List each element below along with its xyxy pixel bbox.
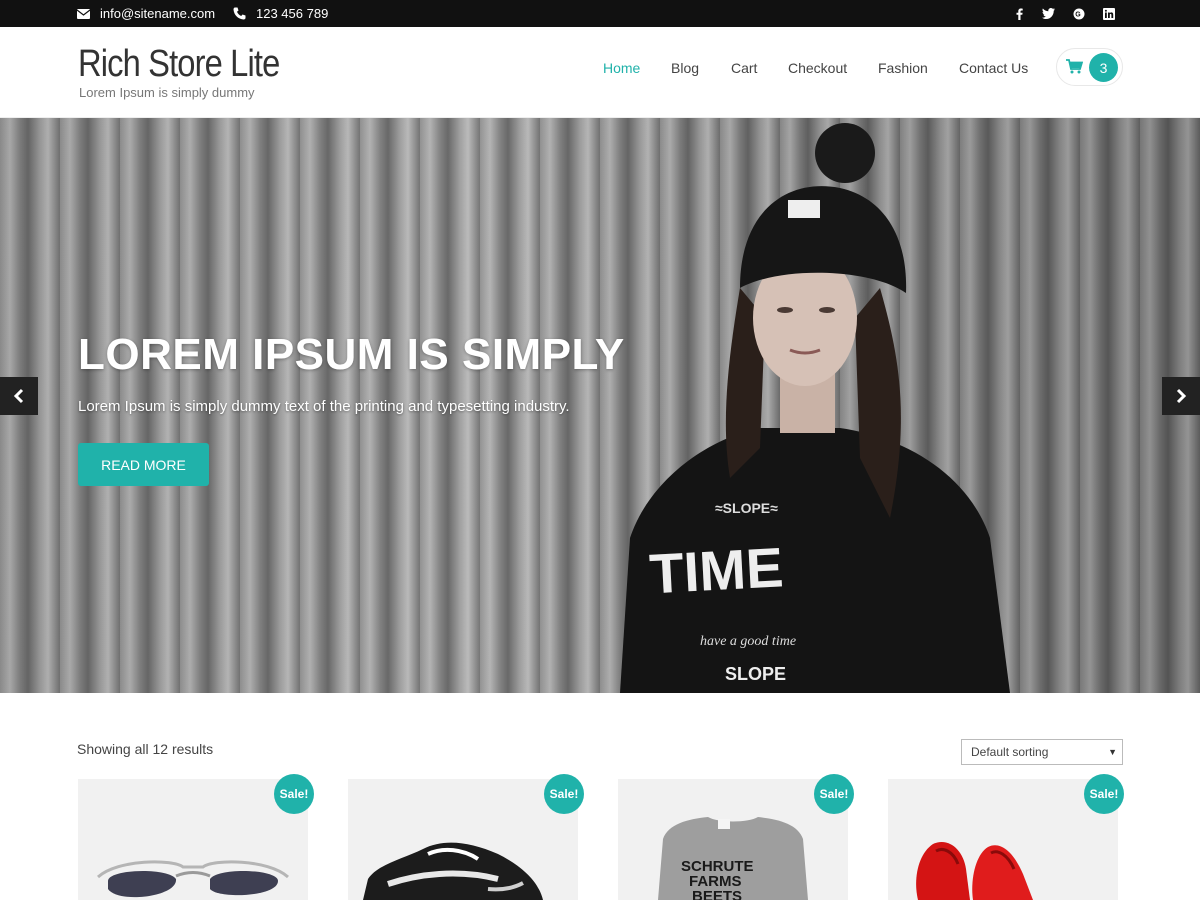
slider-prev-button[interactable] <box>0 377 38 415</box>
results-count: Showing all 12 results <box>77 741 214 757</box>
svg-text:≈SLOPE≈: ≈SLOPE≈ <box>715 500 778 516</box>
twitter-icon[interactable] <box>1040 0 1056 27</box>
svg-text:SLOPE: SLOPE <box>725 664 786 684</box>
linkedin-icon[interactable] <box>1101 0 1117 27</box>
hero-title: LOREM IPSUM IS SIMPLY <box>78 330 625 379</box>
email-text: info@sitename.com <box>100 6 216 21</box>
cart-button[interactable]: 3 <box>1056 48 1123 86</box>
chevron-left-icon <box>13 388 24 404</box>
sale-badge: Sale! <box>274 774 314 814</box>
slider-next-button[interactable] <box>1162 377 1200 415</box>
site-header: Rich Store Lite Lorem Ipsum is simply du… <box>0 27 1200 118</box>
email-contact[interactable]: info@sitename.com <box>77 0 215 27</box>
sorting-selected-value: Default sorting <box>971 745 1049 759</box>
nav-fashion[interactable]: Fashion <box>878 60 928 76</box>
nav-blog[interactable]: Blog <box>671 60 699 76</box>
nav-home[interactable]: Home <box>603 60 640 76</box>
hero-slider: TIME ≈SLOPE≈ have a good time SLOPE LORE… <box>0 118 1200 693</box>
svg-text:G: G <box>1075 11 1081 18</box>
dropdown-arrow-icon: ▼ <box>1108 747 1117 757</box>
shopping-cart-icon <box>1066 59 1083 74</box>
facebook-icon[interactable] <box>1011 0 1027 27</box>
read-more-button[interactable]: READ MORE <box>78 443 209 486</box>
google-plus-icon[interactable]: G <box>1071 0 1087 27</box>
sorting-select[interactable]: Default sorting ▼ <box>961 739 1123 765</box>
envelope-icon <box>77 8 90 19</box>
shirt-print-line-3: BEETS <box>692 888 742 900</box>
sale-badge: Sale! <box>814 774 854 814</box>
svg-text:have a good time: have a good time <box>700 634 796 649</box>
svg-text:TIME: TIME <box>648 535 785 605</box>
phone-text: 123 456 789 <box>256 6 329 21</box>
nav-contact-us[interactable]: Contact Us <box>959 60 1028 76</box>
sale-badge: Sale! <box>1084 774 1124 814</box>
hero-subtitle: Lorem Ipsum is simply dummy text of the … <box>78 398 570 415</box>
hero-model-image: TIME ≈SLOPE≈ have a good time SLOPE <box>620 123 1010 693</box>
phone-icon <box>233 7 246 20</box>
site-title[interactable]: Rich Store Lite <box>78 43 280 86</box>
cart-count-badge: 3 <box>1089 53 1118 82</box>
nav-checkout[interactable]: Checkout <box>788 60 847 76</box>
chevron-right-icon <box>1176 388 1187 404</box>
site-tagline: Lorem Ipsum is simply dummy <box>79 85 255 100</box>
sale-badge: Sale! <box>544 774 584 814</box>
phone-contact[interactable]: 123 456 789 <box>233 0 328 27</box>
top-bar: info@sitename.com 123 456 789 G <box>0 0 1200 27</box>
nav-cart[interactable]: Cart <box>731 60 757 76</box>
